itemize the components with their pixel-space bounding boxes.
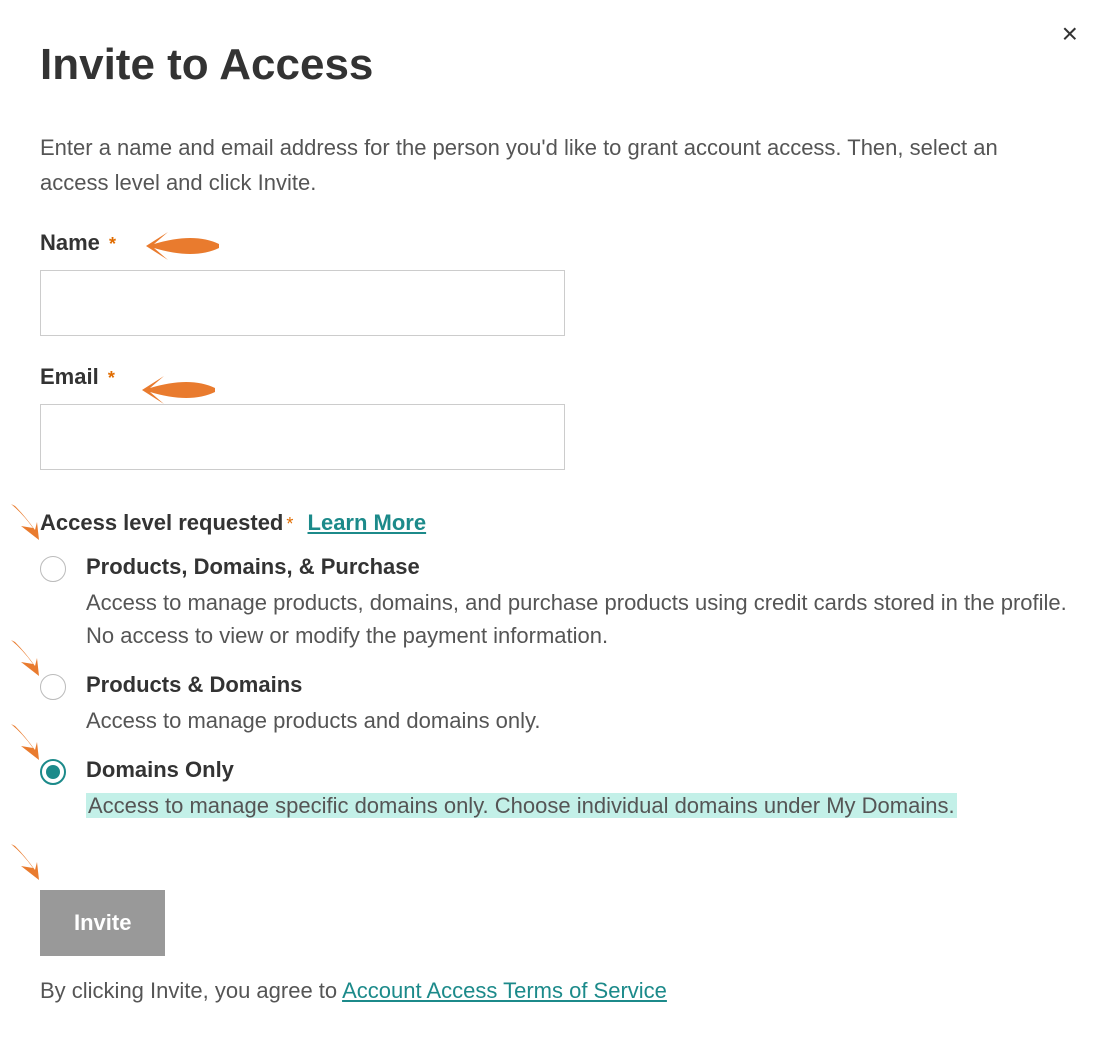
agree-prefix: By clicking Invite, you agree to bbox=[40, 978, 342, 1003]
access-level-radio-group: Products, Domains, & Purchase Access to … bbox=[40, 554, 1068, 822]
email-field-group: Email * bbox=[40, 364, 1068, 470]
name-label: Name * bbox=[40, 230, 116, 256]
tos-link[interactable]: Account Access Terms of Service bbox=[342, 978, 667, 1003]
dialog-title: Invite to Access bbox=[40, 40, 1068, 90]
radio-option-products-domains-purchase: Products, Domains, & Purchase Access to … bbox=[40, 554, 1068, 652]
agree-text: By clicking Invite, you agree to Account… bbox=[40, 978, 1068, 1004]
radio-desc-highlighted: Access to manage specific domains only. … bbox=[86, 793, 957, 818]
radio-desc: Access to manage products and domains on… bbox=[86, 708, 541, 733]
dialog-intro: Enter a name and email address for the p… bbox=[40, 130, 1060, 200]
name-field-group: Name * bbox=[40, 230, 1068, 336]
required-asterisk: * bbox=[286, 514, 293, 534]
close-icon[interactable]: × bbox=[1062, 20, 1078, 48]
radio-title: Domains Only bbox=[86, 757, 1068, 783]
invite-button[interactable]: Invite bbox=[40, 890, 165, 956]
name-label-text: Name bbox=[40, 230, 100, 255]
radio-option-products-domains: Products & Domains Access to manage prod… bbox=[40, 672, 1068, 737]
required-asterisk: * bbox=[109, 234, 116, 254]
radio-content: Products & Domains Access to manage prod… bbox=[86, 672, 1068, 737]
radio-title: Products, Domains, & Purchase bbox=[86, 554, 1068, 580]
radio-button[interactable] bbox=[40, 556, 66, 582]
radio-option-domains-only: Domains Only Access to manage specific d… bbox=[40, 757, 1068, 822]
learn-more-link[interactable]: Learn More bbox=[308, 510, 427, 535]
access-legend-text: Access level requested bbox=[40, 510, 283, 535]
radio-button-selected[interactable] bbox=[40, 759, 66, 785]
required-asterisk: * bbox=[108, 368, 115, 388]
name-input[interactable] bbox=[40, 270, 565, 336]
email-label: Email * bbox=[40, 364, 115, 390]
radio-content: Products, Domains, & Purchase Access to … bbox=[86, 554, 1068, 652]
email-label-text: Email bbox=[40, 364, 99, 389]
radio-desc: Access to manage products, domains, and … bbox=[86, 590, 1067, 648]
radio-content: Domains Only Access to manage specific d… bbox=[86, 757, 1068, 822]
radio-title: Products & Domains bbox=[86, 672, 1068, 698]
radio-button[interactable] bbox=[40, 674, 66, 700]
annotation-arrow-icon bbox=[5, 838, 55, 888]
access-level-legend: Access level requested* Learn More bbox=[40, 510, 1068, 536]
email-input[interactable] bbox=[40, 404, 565, 470]
